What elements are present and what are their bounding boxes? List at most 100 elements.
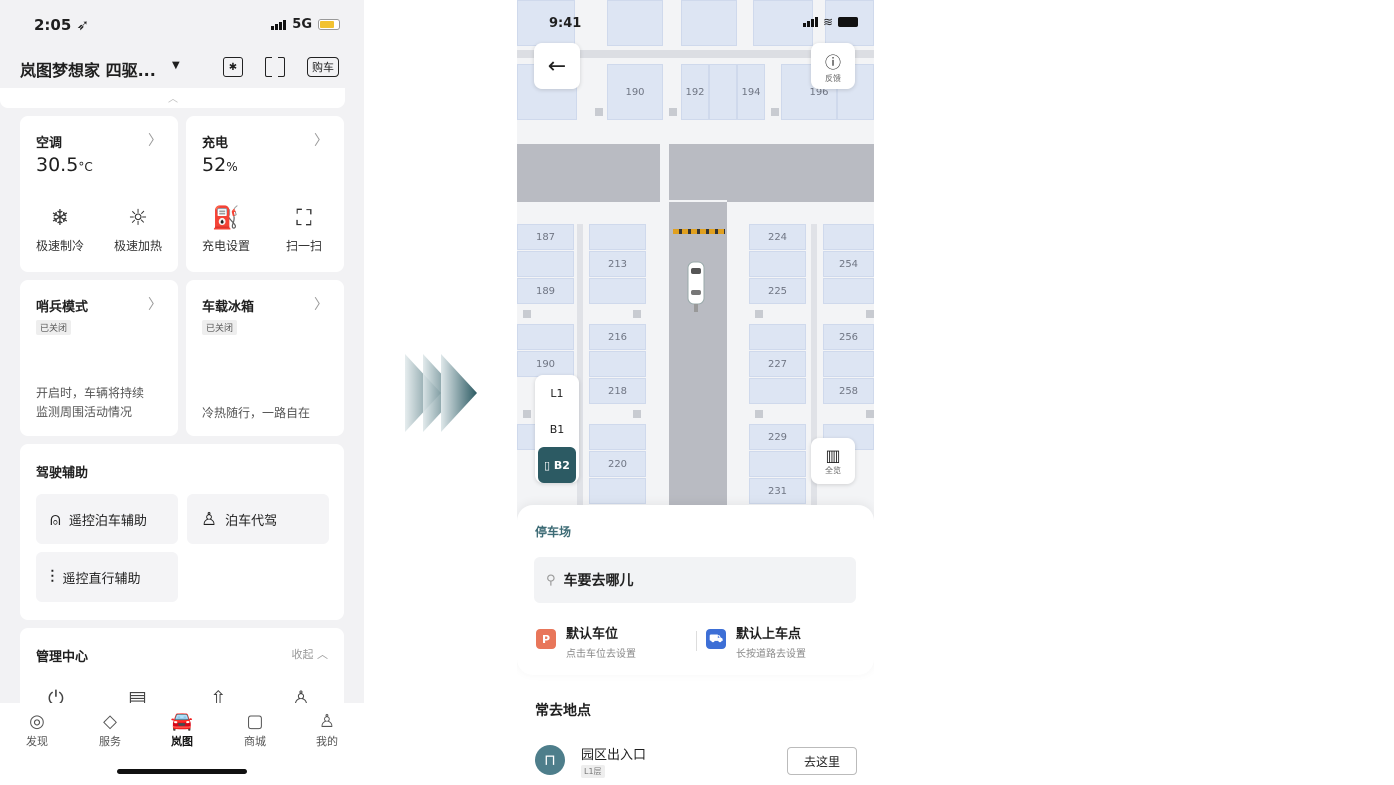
parking-slot[interactable]: 225 xyxy=(749,278,806,304)
parking-slot[interactable] xyxy=(749,451,806,477)
feedback-button[interactable]: ⓘ 反馈 xyxy=(811,43,855,89)
fast-heat-label: 极速加热 xyxy=(113,239,162,253)
default-pickup-option[interactable]: ⛟ 默认上车点 长按道路去设置 xyxy=(706,623,806,660)
tab-mine[interactable]: ♙ 我的 xyxy=(307,711,347,749)
sentry-desc: 开启时，车辆将持续 监测周围活动情况 xyxy=(36,384,144,422)
vehicle-topbar: 岚图梦想家 四驱... ▼ ✱ 购车 xyxy=(0,52,364,82)
parking-slot[interactable]: 227 xyxy=(749,351,806,377)
fridge-card[interactable]: 车载冰箱 〉 已关闭 冷热随行，一路自在 xyxy=(186,280,344,436)
ac-card[interactable]: 空调 〉 30.5°C ❄ 极速制冷 ☼ 极速加热 xyxy=(20,116,178,272)
parking-slot[interactable] xyxy=(517,251,574,277)
scan-button[interactable]: ⛶ 扫一扫 xyxy=(274,206,334,254)
status-right: 5G xyxy=(271,17,340,32)
parking-slot[interactable] xyxy=(823,351,874,377)
parking-slot[interactable]: 189 xyxy=(517,278,574,304)
parking-slot[interactable] xyxy=(823,278,874,304)
parking-slot[interactable]: 231 xyxy=(749,478,806,504)
parking-slot[interactable]: 187 xyxy=(517,224,574,250)
parking-slot[interactable]: 220 xyxy=(589,451,646,477)
chevron-right-icon[interactable]: 〉 xyxy=(148,130,162,150)
fast-heat-button[interactable]: ☼ 极速加热 xyxy=(108,206,168,254)
parking-slot[interactable]: 256 xyxy=(823,324,874,350)
collapse-button[interactable]: 收起 ︿ xyxy=(292,646,329,662)
sentry-desc-line1: 开启时，车辆将持续 xyxy=(36,386,145,400)
parking-slot[interactable] xyxy=(749,378,806,404)
ac-temp-value: 30.5 xyxy=(36,154,79,176)
parking-slot[interactable] xyxy=(517,324,574,350)
floor-b1[interactable]: B1 xyxy=(535,411,579,447)
parking-slot[interactable]: 218 xyxy=(589,378,646,404)
parking-slot[interactable] xyxy=(749,324,806,350)
parking-slot[interactable] xyxy=(589,278,646,304)
gate-barrier xyxy=(673,229,725,234)
slot-label: 192 xyxy=(685,86,705,98)
parking-slot[interactable]: 190 xyxy=(607,64,663,120)
car-marker-icon[interactable] xyxy=(687,260,705,312)
parking-slot[interactable]: 254 xyxy=(823,251,874,277)
overview-button[interactable]: ▥ 全览 xyxy=(811,438,855,484)
frequent-place-item[interactable]: ⊓ 园区出入口 L1层 去这里 xyxy=(535,743,857,779)
go-here-button[interactable]: 去这里 xyxy=(787,747,857,775)
chevron-right-icon[interactable]: 〉 xyxy=(314,294,328,314)
parking-slot[interactable]: 229 xyxy=(749,424,806,450)
map-icon: ▥ xyxy=(825,446,841,465)
parking-slot[interactable]: 224 xyxy=(749,224,806,250)
default-pickup-title: 默认上车点 xyxy=(736,627,802,642)
tab-mall-label: 商城 xyxy=(244,735,266,748)
arrow-left-icon: ← xyxy=(547,53,567,79)
scan-frame-icon: ⛶ xyxy=(296,206,312,231)
car-small-icon: ▯ xyxy=(544,458,551,472)
back-button[interactable]: ← xyxy=(534,43,580,89)
bluetooth-icon[interactable]: ✱ xyxy=(223,57,243,77)
chevron-right-icon[interactable]: 〉 xyxy=(314,130,328,150)
parking-slot[interactable] xyxy=(589,351,646,377)
valet-parking-button[interactable]: ♙ 泊车代驾 xyxy=(187,494,329,544)
pillar xyxy=(523,410,531,418)
slot-label: 187 xyxy=(535,231,556,243)
collapse-handle-icon[interactable]: ︿ xyxy=(168,90,178,105)
tab-service[interactable]: ◇ 服务 xyxy=(90,711,130,749)
tab-voyah[interactable]: 🚘 岚图 xyxy=(162,711,202,749)
vehicle-name[interactable]: 岚图梦想家 四驱... xyxy=(20,57,156,81)
destination-search-input[interactable]: ⚲ 车要去哪儿 xyxy=(534,557,856,603)
remote-parking-button[interactable]: ⍝ 遥控泊车辅助 xyxy=(36,494,178,544)
vehicle-dropdown-icon[interactable]: ▼ xyxy=(172,60,180,71)
parking-slot[interactable] xyxy=(589,224,646,250)
tab-voyah-label: 岚图 xyxy=(171,735,193,748)
floor-l1[interactable]: L1 xyxy=(535,375,579,411)
parking-slot[interactable]: 216 xyxy=(589,324,646,350)
parking-slot[interactable]: 213 xyxy=(589,251,646,277)
default-spot-option[interactable]: P 默认车位 点击车位去设置 xyxy=(536,623,636,660)
parking-slot[interactable] xyxy=(749,251,806,277)
parking-map[interactable]: 190 192 194 196 187 189 190 213 216 218 … xyxy=(517,0,874,520)
buy-car-button[interactable]: 购车 xyxy=(307,57,339,77)
parking-slot[interactable] xyxy=(589,478,646,504)
tab-mall[interactable]: ▢ 商城 xyxy=(235,711,275,749)
remote-straight-button[interactable]: ⫶ 遥控直行辅助 xyxy=(36,552,178,602)
remote-straight-icon: ⫶ xyxy=(50,566,55,588)
fast-cool-button[interactable]: ❄ 极速制冷 xyxy=(30,206,90,254)
fast-cool-label: 极速制冷 xyxy=(35,239,84,253)
fridge-title: 车载冰箱 xyxy=(202,300,255,315)
pillar xyxy=(755,410,763,418)
parking-slot[interactable]: 190 xyxy=(517,351,574,377)
charge-settings-button[interactable]: ⛽ 充电设置 xyxy=(196,206,256,254)
parking-slot[interactable]: 194 xyxy=(737,64,765,120)
parking-slot[interactable]: 192 xyxy=(681,64,709,120)
slot-label: 218 xyxy=(607,385,628,397)
status-bar: 9:41 ≋ xyxy=(517,0,874,44)
floor-b2[interactable]: ▯ B2 xyxy=(538,447,576,483)
parking-slot[interactable] xyxy=(589,424,646,450)
parking-slot[interactable] xyxy=(709,64,737,120)
floor-b2-label: B2 xyxy=(553,458,570,472)
scan-icon[interactable] xyxy=(265,57,285,77)
chevron-right-icon[interactable]: 〉 xyxy=(148,294,162,314)
fridge-desc: 冷热随行，一路自在 xyxy=(202,406,311,420)
sentry-card[interactable]: 哨兵模式 〉 已关闭 开启时，车辆将持续 监测周围活动情况 xyxy=(20,280,178,436)
charge-card[interactable]: 充电 〉 52% ⛽ 充电设置 ⛶ 扫一扫 xyxy=(186,116,344,272)
parking-slot[interactable] xyxy=(823,224,874,250)
parking-slot[interactable]: 258 xyxy=(823,378,874,404)
location-icon: ➶ xyxy=(76,16,90,34)
tab-discover[interactable]: ◎ 发现 xyxy=(17,711,57,749)
battery-icon xyxy=(838,17,858,27)
